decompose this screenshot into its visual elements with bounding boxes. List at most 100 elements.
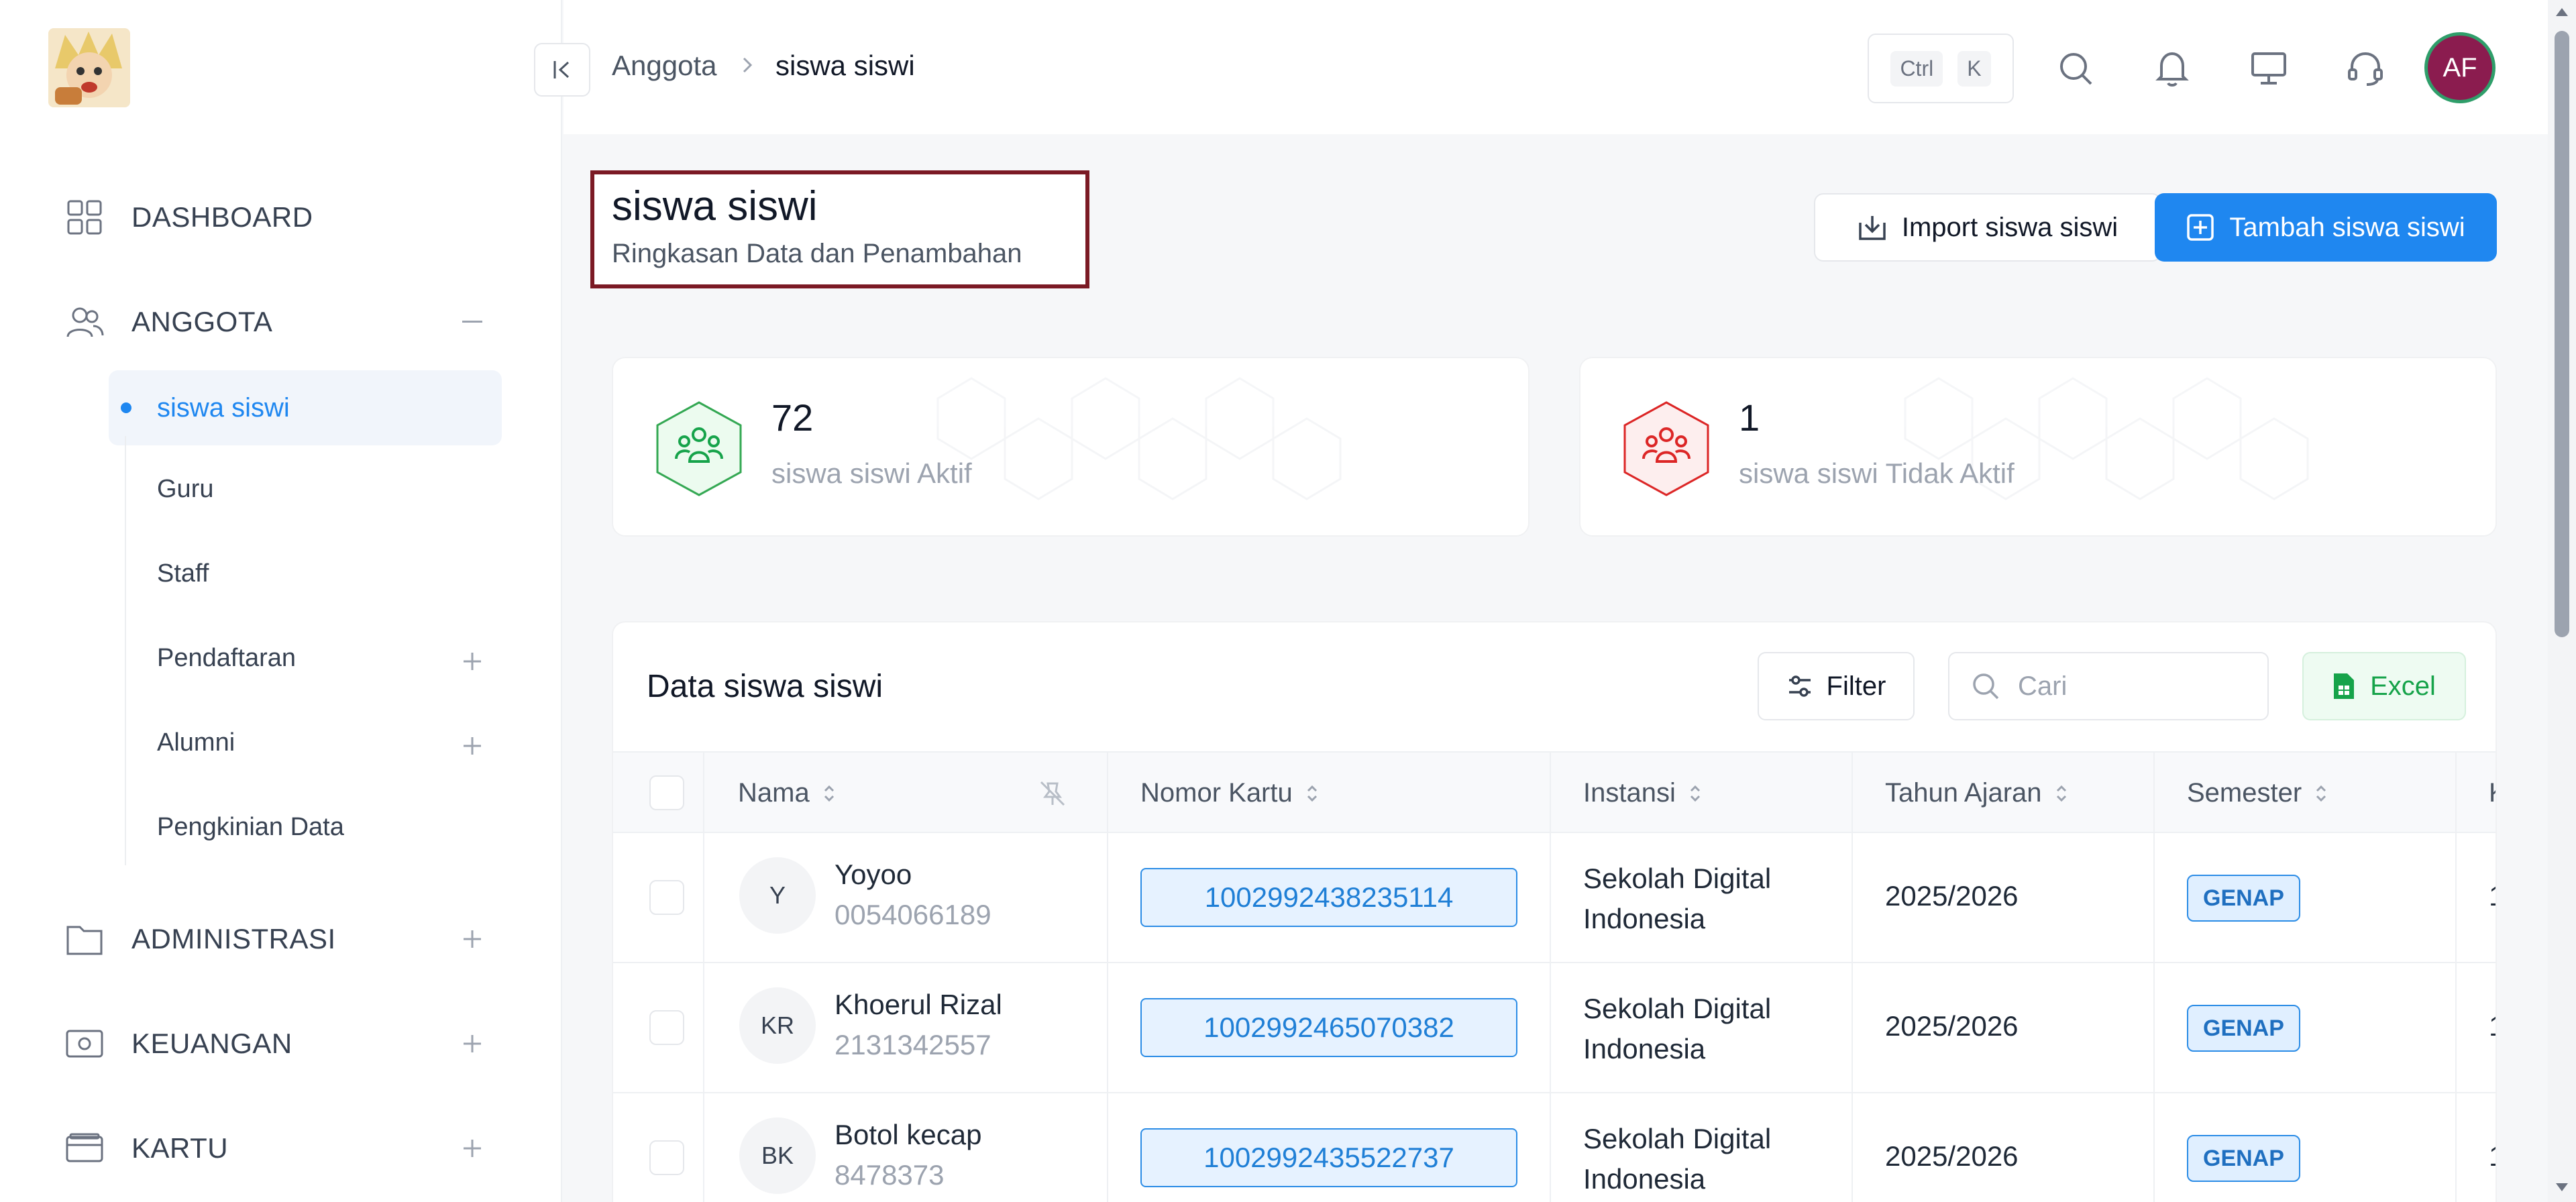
column-divider xyxy=(703,963,704,1093)
avatar: KR xyxy=(739,987,816,1064)
app-logo[interactable] xyxy=(48,28,130,107)
search-icon xyxy=(1971,671,2000,701)
row-checkbox[interactable] xyxy=(649,880,684,915)
expand-plus-icon[interactable] xyxy=(459,1135,486,1162)
excel-button-label: Excel xyxy=(2370,671,2436,701)
table-header: Nama Nomor Kartu Instansi Tahun Ajaran S… xyxy=(613,751,2496,834)
column-label: Instansi xyxy=(1583,778,1676,808)
money-icon xyxy=(64,1024,105,1064)
headset-icon[interactable] xyxy=(2344,47,2387,90)
user-avatar[interactable]: AF xyxy=(2424,32,2496,103)
institution-line: Sekolah Digital xyxy=(1583,993,1772,1024)
sidebar-item-siswa-siswi[interactable]: siswa siswi xyxy=(109,370,502,445)
column-header-truncated[interactable]: K xyxy=(2489,778,2496,808)
column-header-nama[interactable]: Nama xyxy=(738,778,837,808)
expand-plus-icon[interactable] xyxy=(459,1030,486,1057)
truncated-cell: 1 xyxy=(2489,1010,2496,1042)
monitor-icon[interactable] xyxy=(2247,47,2290,90)
nav-keuangan-label: KEUANGAN xyxy=(131,1028,292,1059)
student-table-card: Data siswa siswi Filter Excel Nama Nomor… xyxy=(612,621,2497,1202)
column-divider xyxy=(2455,833,2457,963)
column-label: K xyxy=(2489,778,2496,808)
scroll-down-arrow-icon[interactable] xyxy=(2556,1183,2568,1191)
sliders-icon xyxy=(1786,674,1813,698)
shortcut-key-ctrl: Ctrl xyxy=(1890,50,1943,87)
academic-year: 2025/2026 xyxy=(1885,1140,2019,1172)
row-checkbox[interactable] xyxy=(649,1010,684,1045)
column-divider xyxy=(2153,753,2155,834)
column-divider xyxy=(1107,1093,1108,1202)
card-number-badge[interactable]: 1002992435522737 xyxy=(1140,1128,1517,1187)
collapse-sidebar-button[interactable] xyxy=(534,43,590,97)
table-row[interactable]: Y Yoyoo 0054066189 1002992438235114 Seko… xyxy=(613,833,2496,963)
users-icon xyxy=(64,302,105,342)
column-header-semester[interactable]: Semester xyxy=(2187,778,2328,808)
bell-icon[interactable] xyxy=(2151,47,2194,90)
scrollbar-thumb[interactable] xyxy=(2555,31,2569,637)
sidebar-item-pendaftaran[interactable]: Pendaftaran xyxy=(157,644,296,673)
filter-button[interactable]: Filter xyxy=(1758,652,1915,720)
sidebar-item-guru[interactable]: Guru xyxy=(157,475,213,504)
page-title: siswa siswi xyxy=(612,183,818,229)
sidebar-item-alumni[interactable]: Alumni xyxy=(157,728,235,757)
column-header-instansi[interactable]: Instansi xyxy=(1583,778,1703,808)
nav-kartu[interactable]: KARTU xyxy=(64,1127,228,1170)
command-shortcut-button[interactable]: Ctrl K xyxy=(1868,34,2014,103)
breadcrumb-anggota[interactable]: Anggota xyxy=(612,50,716,82)
expand-plus-icon[interactable] xyxy=(459,926,486,952)
column-divider xyxy=(1107,963,1108,1093)
sort-icon xyxy=(2054,783,2069,804)
card-number-badge[interactable]: 1002992438235114 xyxy=(1140,868,1517,927)
collapse-minus-icon[interactable] xyxy=(459,309,486,335)
expand-plus-icon[interactable] xyxy=(459,732,486,759)
pin-off-icon[interactable] xyxy=(1038,779,1067,808)
institution-cell: Sekolah Digital Indonesia xyxy=(1583,989,1825,1069)
truncated-cell: 1 xyxy=(2489,1140,2496,1172)
add-student-button[interactable]: Tambah siswa siswi xyxy=(2155,193,2497,262)
table-row[interactable]: KR Khoerul Rizal 2131342557 100299246507… xyxy=(613,963,2496,1093)
search-field[interactable] xyxy=(1948,652,2269,720)
column-divider xyxy=(703,833,704,963)
table-row[interactable]: BK Botol kecap 8478373 1002992435522737 … xyxy=(613,1093,2496,1202)
column-divider xyxy=(1851,833,1853,963)
sidebar-item-label: siswa siswi xyxy=(157,393,290,423)
column-divider xyxy=(1107,833,1108,963)
expand-plus-icon[interactable] xyxy=(459,648,486,675)
nav-kartu-label: KARTU xyxy=(131,1132,229,1164)
stat-card-active: 72 siswa siswi Aktif xyxy=(612,357,1529,537)
folder-icon xyxy=(64,919,105,959)
select-all-checkbox[interactable] xyxy=(649,775,684,810)
nav-keuangan[interactable]: KEUANGAN xyxy=(64,1022,292,1065)
institution-line: Indonesia xyxy=(1583,1033,1706,1064)
import-button[interactable]: Import siswa siswi xyxy=(1814,193,2161,262)
filter-button-label: Filter xyxy=(1826,671,1886,701)
hex-pattern-decoration xyxy=(936,377,1342,500)
row-checkbox[interactable] xyxy=(649,1140,684,1175)
nav-dashboard[interactable]: DASHBOARD xyxy=(64,196,313,239)
institution-cell: Sekolah Digital Indonesia xyxy=(1583,859,1825,939)
download-tray-icon xyxy=(1858,213,1887,241)
search-input[interactable] xyxy=(2018,671,2233,702)
column-divider xyxy=(1550,753,1551,834)
institution-line: Sekolah Digital xyxy=(1583,863,1772,894)
column-header-tahun-ajaran[interactable]: Tahun Ajaran xyxy=(1885,778,2069,808)
column-header-nomor-kartu[interactable]: Nomor Kartu xyxy=(1140,778,1320,808)
student-name: Khoerul Rizal xyxy=(835,989,1002,1020)
table-title: Data siswa siswi xyxy=(647,669,883,704)
nav-administrasi[interactable]: ADMINISTRASI xyxy=(64,918,336,961)
sort-icon xyxy=(2314,783,2328,804)
breadcrumb-current: siswa siswi xyxy=(775,50,915,81)
column-divider xyxy=(2455,963,2457,1093)
semester-badge: GENAP xyxy=(2187,1135,2300,1182)
search-icon[interactable] xyxy=(2054,47,2097,90)
sidebar-item-staff[interactable]: Staff xyxy=(157,559,209,588)
nav-anggota[interactable]: ANGGOTA xyxy=(64,300,272,343)
excel-export-button[interactable]: Excel xyxy=(2302,652,2466,720)
inactive-members-icon xyxy=(1621,400,1712,498)
import-button-label: Import siswa siswi xyxy=(1901,212,2118,242)
scroll-up-arrow-icon[interactable] xyxy=(2556,8,2568,16)
student-name: Botol kecap xyxy=(835,1119,982,1150)
card-number-badge[interactable]: 1002992465070382 xyxy=(1140,998,1517,1057)
sidebar-item-pengkinian-data[interactable]: Pengkinian Data xyxy=(157,813,344,842)
student-name: Yoyoo xyxy=(835,859,912,890)
